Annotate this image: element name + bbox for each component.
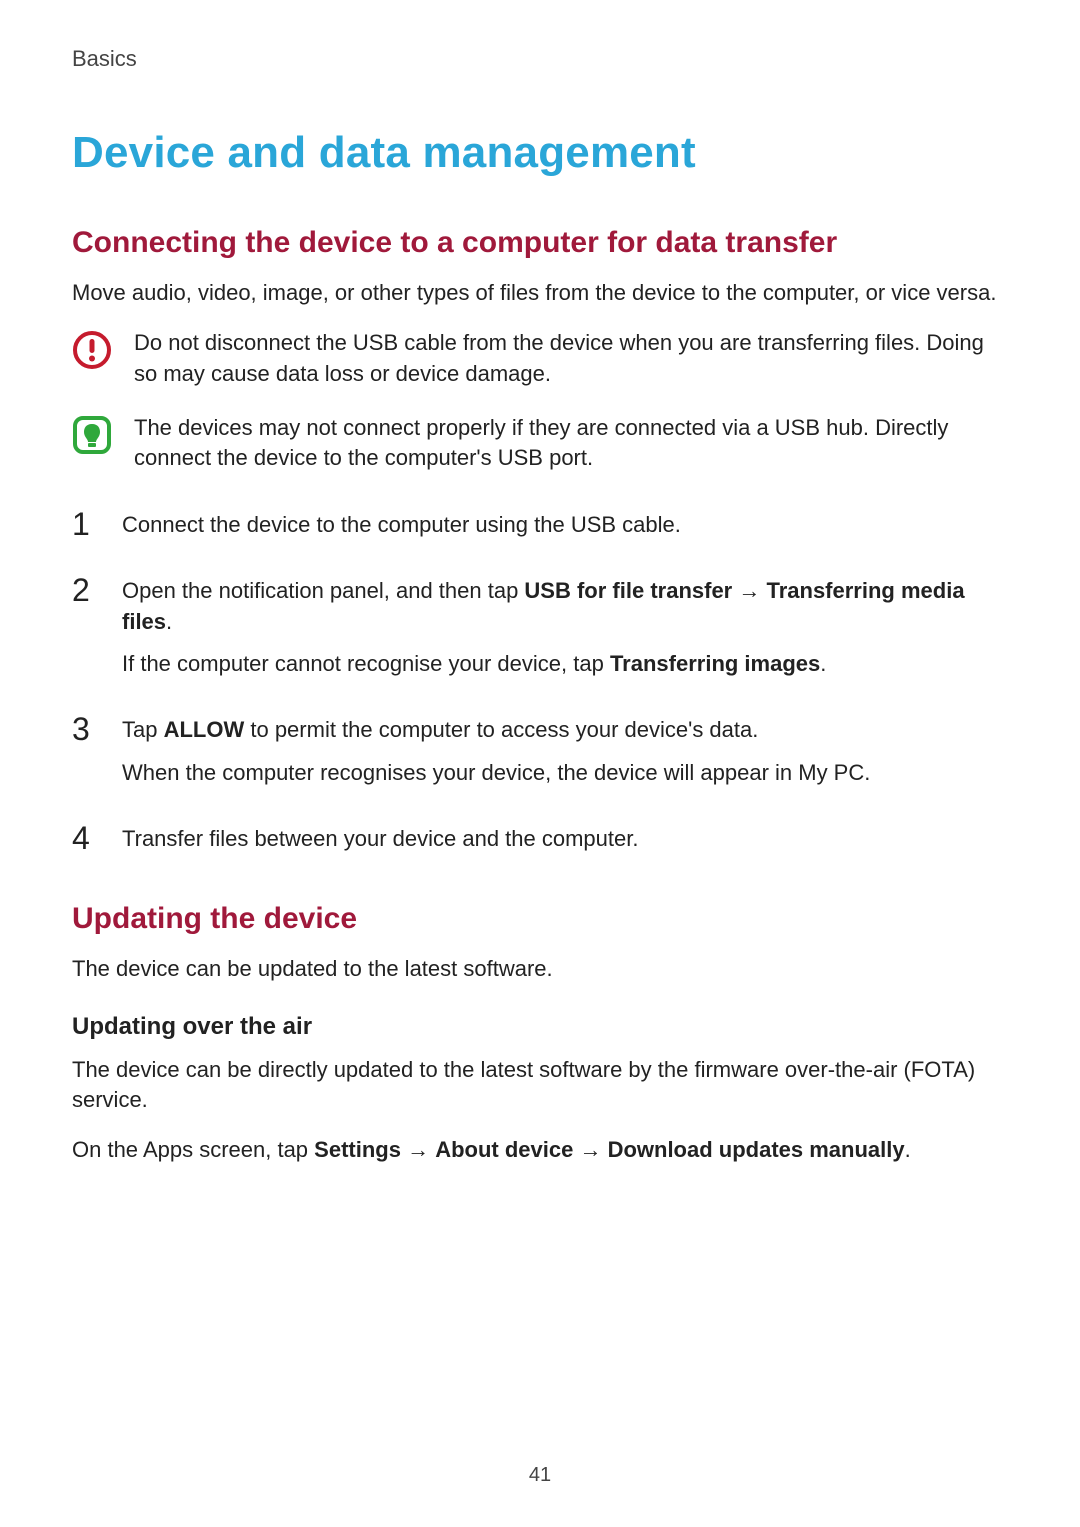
text: .: [820, 651, 826, 676]
bold-text: About device: [435, 1137, 573, 1162]
bold-text: Settings: [314, 1137, 401, 1162]
warning-icon: [72, 330, 112, 370]
step2-line1: Open the notification panel, and then ta…: [122, 576, 1008, 637]
arrow: →: [401, 1137, 435, 1162]
section-heading-connecting: Connecting the device to a computer for …: [72, 226, 1008, 260]
text: Tap: [122, 717, 164, 742]
step4-text: Transfer files between your device and t…: [122, 824, 638, 854]
step-4: 4 Transfer files between your device and…: [72, 824, 1008, 866]
page: Basics Device and data management Connec…: [0, 0, 1080, 1527]
step-number: 3: [72, 713, 100, 745]
page-title: Device and data management: [72, 128, 1008, 178]
step-number: 2: [72, 574, 100, 606]
note-callout: The devices may not connect properly if …: [72, 413, 1008, 474]
text: Open the notification panel, and then ta…: [122, 578, 524, 603]
warning-callout: Do not disconnect the USB cable from the…: [72, 328, 1008, 389]
section2-intro: The device can be updated to the latest …: [72, 954, 1008, 984]
note-text: The devices may not connect properly if …: [134, 413, 1008, 474]
arrow: →: [732, 578, 766, 603]
step-number: 4: [72, 822, 100, 854]
text: On the Apps screen, tap: [72, 1137, 314, 1162]
page-number: 41: [0, 1464, 1080, 1487]
bold-text: USB for file transfer: [524, 578, 732, 603]
text: .: [905, 1137, 911, 1162]
subsection-heading-ota: Updating over the air: [72, 1013, 1008, 1041]
bold-text: ALLOW: [164, 717, 245, 742]
step-3: 3 Tap ALLOW to permit the computer to ac…: [72, 715, 1008, 800]
step-2: 2 Open the notification panel, and then …: [72, 576, 1008, 691]
text: .: [166, 609, 172, 634]
step-text: Transfer files between your device and t…: [122, 824, 638, 866]
section2-p1: The device can be directly updated to th…: [72, 1055, 1008, 1116]
step-number: 1: [72, 508, 100, 540]
warning-text: Do not disconnect the USB cable from the…: [134, 328, 1008, 389]
header-section-label: Basics: [72, 46, 1008, 72]
section1-intro: Move audio, video, image, or other types…: [72, 278, 1008, 308]
note-icon: [72, 415, 112, 455]
section2-p2: On the Apps screen, tap Settings → About…: [72, 1135, 1008, 1165]
bold-text: Transferring images: [610, 651, 820, 676]
text: to permit the computer to access your de…: [244, 717, 758, 742]
step-text: Connect the device to the computer using…: [122, 510, 681, 552]
step-text: Open the notification panel, and then ta…: [122, 576, 1008, 691]
arrow: →: [573, 1137, 607, 1162]
section-heading-updating: Updating the device: [72, 902, 1008, 936]
step3-line1: Tap ALLOW to permit the computer to acce…: [122, 715, 870, 745]
text: If the computer cannot recognise your de…: [122, 651, 610, 676]
step3-line2: When the computer recognises your device…: [122, 758, 870, 788]
step2-line2: If the computer cannot recognise your de…: [122, 649, 1008, 679]
step-text: Tap ALLOW to permit the computer to acce…: [122, 715, 870, 800]
step-1: 1 Connect the device to the computer usi…: [72, 510, 1008, 552]
bold-text: Download updates manually: [608, 1137, 905, 1162]
step1-text: Connect the device to the computer using…: [122, 510, 681, 540]
